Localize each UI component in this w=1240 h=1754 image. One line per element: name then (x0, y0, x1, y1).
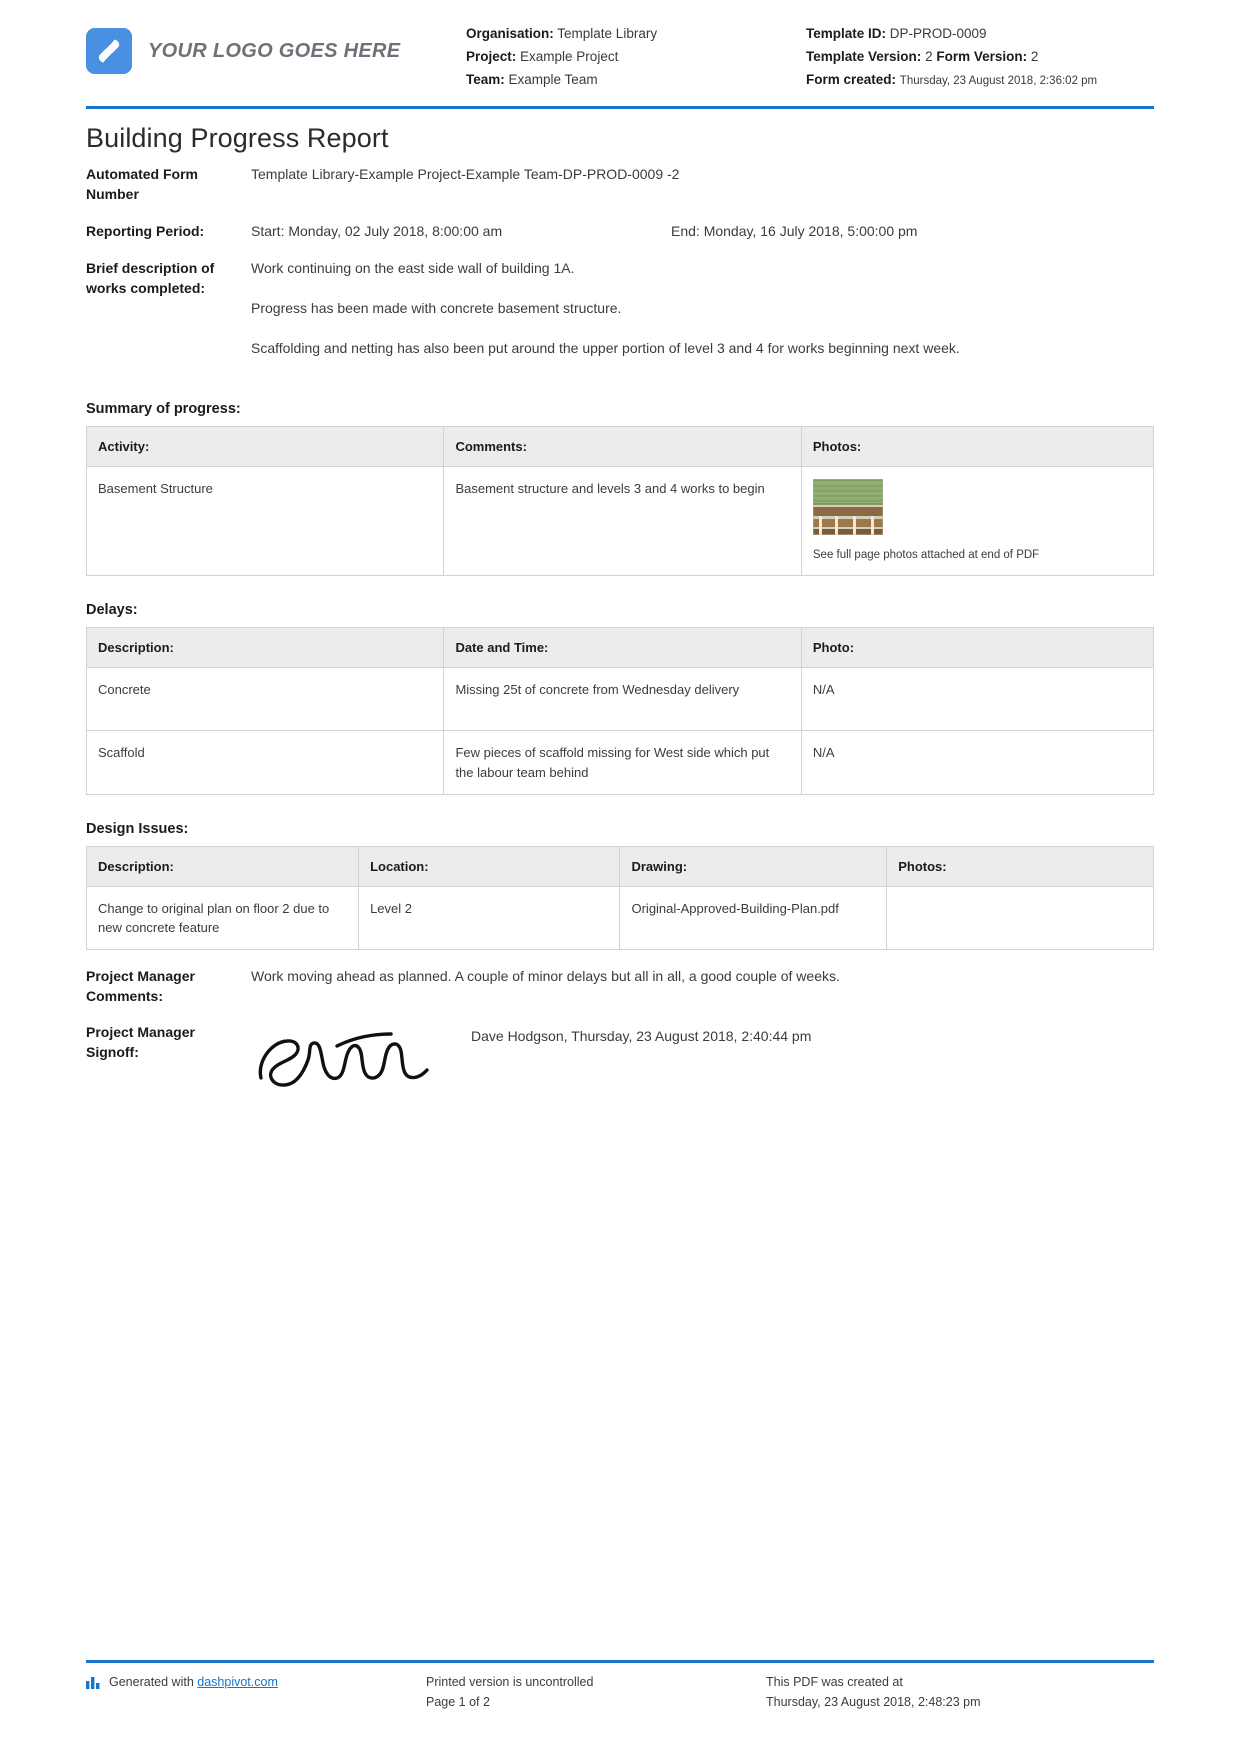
cell-date-and-time: Missing 25t of concrete from Wednesday d… (443, 667, 802, 732)
column-header-comments: Comments: (443, 425, 802, 467)
column-header-activity: Activity: (85, 425, 445, 467)
page-footer: Generated with dashpivot.com Printed ver… (86, 1660, 1154, 1712)
summary-of-progress-table: Activity: Comments: Photos: Basement Str… (85, 425, 1155, 577)
table-row: Change to original plan on floor 2 due t… (85, 885, 1154, 950)
brief-description-paragraph: Work continuing on the east side wall of… (251, 259, 575, 276)
footer-generated-label: Generated with (109, 1675, 194, 1690)
page-number: Page 1 of 2 (426, 1694, 490, 1709)
reporting-period-label: Reporting Period: (86, 222, 205, 239)
header-divider (86, 106, 1154, 110)
cell-description: Scaffold (85, 730, 445, 795)
dashpivot-link[interactable]: dashpivot.com (197, 1673, 278, 1692)
cell-activity: Basement Structure (85, 465, 445, 577)
uncontrolled-notice: Printed version is uncontrolled (426, 1675, 594, 1690)
table-row: Concrete Missing 25t of concrete from We… (85, 667, 1155, 732)
form-created-label: Form created: (806, 72, 897, 88)
header-meta-left: Organisation: Template Library Project: … (466, 22, 806, 92)
cell-description: Concrete (85, 667, 445, 732)
template-id-label: Template ID: (806, 26, 887, 41)
table-header-row: Description: Location: Drawing: Photos: (85, 845, 1154, 887)
table-row: Scaffold Few pieces of scaffold missing … (85, 730, 1155, 795)
version-line: Template Version: 2 Form Version: 2 (806, 45, 1154, 68)
page-title: Building Progress Report (86, 123, 389, 154)
form-version-value: 2 (1030, 49, 1039, 65)
page-header: YOUR LOGO GOES HERE Organisation: Templa… (0, 0, 1240, 92)
table-header-row: Activity: Comments: Photos: (85, 425, 1155, 467)
brief-description-paragraph: Progress has been made with concrete bas… (251, 299, 622, 316)
logo-block: YOUR LOGO GOES HERE (86, 22, 466, 74)
photo-thumbnail[interactable] (812, 478, 1142, 535)
cell-comments: Basement structure and levels 3 and 4 wo… (443, 465, 802, 577)
form-created-value: Thursday, 23 August 2018, 2:36:02 pm (899, 75, 1098, 88)
organisation-value: Template Library (557, 26, 658, 41)
column-header-description: Description: (85, 627, 445, 669)
cell-date-and-time: Few pieces of scaffold missing for West … (443, 730, 802, 795)
project-manager-signoff-value: Dave Hodgson, Thursday, 23 August 2018, … (471, 1028, 812, 1045)
header-meta-right: Template ID: DP-PROD-0009 Template Versi… (806, 22, 1154, 92)
project-manager-signoff-row: Project Manager Signoff: Dave Hodgson, T… (86, 1022, 1154, 1099)
table-row: Basement Structure Basement structure an… (85, 465, 1155, 577)
project-manager-comments-value: Work moving ahead as planned. A couple o… (251, 967, 840, 984)
document-body: Building Progress Report Automated Form … (0, 123, 1240, 1099)
template-id-value: DP-PROD-0009 (889, 26, 987, 41)
bar-chart-icon (86, 1675, 102, 1695)
team-value: Example Team (508, 72, 598, 88)
cell-photos (886, 885, 1154, 950)
project-label: Project: (466, 49, 517, 65)
brief-description-label: Brief description of works completed: (86, 259, 215, 296)
team-line: Team: Example Team (466, 68, 806, 91)
column-header-photos: Photos: (800, 425, 1155, 467)
automated-form-number-label: Automated Form Number (86, 166, 198, 203)
design-issues-table: Description: Location: Drawing: Photos: … (85, 845, 1154, 950)
form-created-line: Form created: Thursday, 23 August 2018, … (806, 68, 1154, 92)
brief-description-paragraph: Scaffolding and netting has also been pu… (251, 339, 960, 356)
reporting-period-end: End: Monday, 16 July 2018, 5:00:00 pm (671, 222, 918, 239)
footer-print-notice: Printed version is uncontrolled Page 1 o… (426, 1673, 766, 1712)
project-line: Project: Example Project (466, 45, 806, 68)
delays-title: Delays: (86, 602, 138, 619)
footer-created-at: This PDF was created at Thursday, 23 Aug… (766, 1673, 1154, 1712)
column-header-drawing: Drawing: (619, 845, 888, 887)
table-header-row: Description: Date and Time: Photo: (85, 627, 1155, 669)
design-issues-title: Design Issues: (86, 820, 189, 837)
photo-caption: See full page photos attached at end of … (812, 548, 1040, 561)
cell-photos: See full page photos attached at end of … (800, 465, 1155, 577)
company-logo-icon (86, 28, 132, 74)
project-value: Example Project (520, 49, 619, 65)
delays-table: Description: Date and Time: Photo: Concr… (85, 627, 1155, 795)
cell-photo: N/A (800, 667, 1155, 732)
template-version-label: Template Version: (806, 49, 922, 65)
automated-form-number-value: Template Library-Example Project-Example… (251, 166, 680, 183)
column-header-location: Location: (358, 845, 621, 887)
project-manager-comments-label: Project Manager Comments: (86, 967, 195, 1004)
project-manager-signoff-label: Project Manager Signoff: (86, 1024, 195, 1061)
cell-description: Change to original plan on floor 2 due t… (85, 885, 360, 950)
cell-location: Level 2 (358, 885, 621, 950)
reporting-period-start: Start: Monday, 02 July 2018, 8:00:00 am (251, 222, 503, 239)
organisation-line: Organisation: Template Library (466, 22, 806, 45)
created-at-label: This PDF was created at (766, 1675, 903, 1690)
team-label: Team: (466, 72, 505, 88)
summary-of-progress-title: Summary of progress: (86, 400, 241, 417)
form-version-label: Form Version: (936, 49, 1028, 65)
footer-generated-with: Generated with dashpivot.com (86, 1673, 426, 1712)
logo-text: YOUR LOGO GOES HERE (148, 39, 401, 62)
organisation-label: Organisation: (466, 26, 554, 41)
reporting-period-row: Reporting Period: Start: Monday, 02 July… (86, 221, 1154, 242)
template-version-value: 2 (925, 49, 933, 65)
column-header-description: Description: (85, 845, 360, 887)
template-id-line: Template ID: DP-PROD-0009 (806, 22, 1154, 45)
column-header-photos: Photos: (886, 845, 1154, 887)
signature-image (251, 1022, 471, 1099)
brief-description-row: Brief description of works completed: Wo… (86, 258, 1154, 359)
column-header-date-and-time: Date and Time: (443, 627, 802, 669)
document-page: YOUR LOGO GOES HERE Organisation: Templa… (0, 0, 1240, 1754)
footer-divider (86, 1660, 1154, 1664)
automated-form-number-row: Automated Form Number Template Library-E… (86, 164, 1154, 204)
column-header-photo: Photo: (800, 627, 1155, 669)
project-manager-comments-row: Project Manager Comments: Work moving ah… (86, 966, 1154, 1006)
created-at-value: Thursday, 23 August 2018, 2:48:23 pm (766, 1694, 981, 1709)
cell-photo: N/A (800, 730, 1155, 795)
cell-drawing: Original-Approved-Building-Plan.pdf (619, 885, 888, 950)
